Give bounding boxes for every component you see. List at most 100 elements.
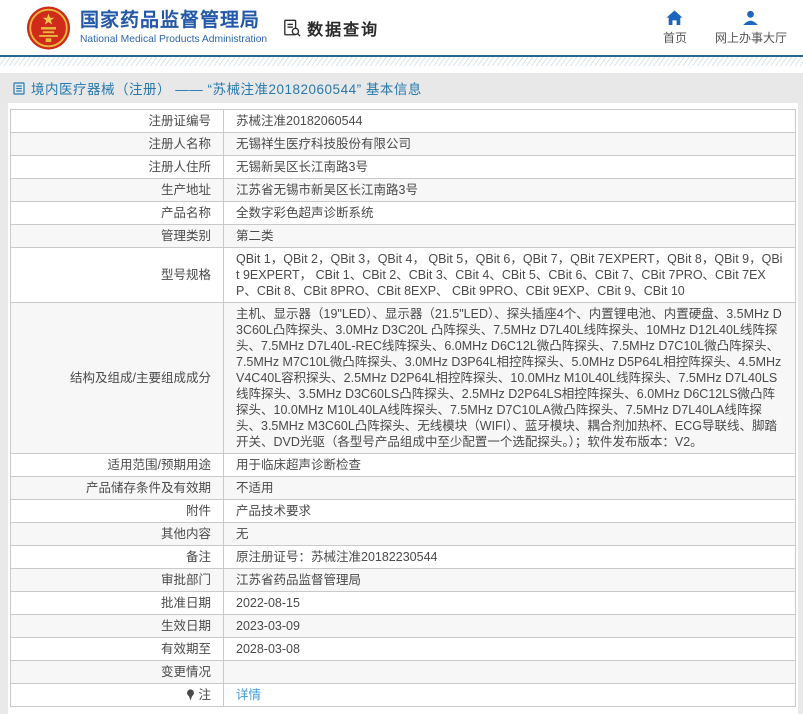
table-row: 产品名称 全数字彩色超声诊断系统: [10, 201, 796, 225]
nmpa-logo[interactable]: 国家药品监督管理局 National Medical Products Admi…: [26, 5, 267, 51]
table-row: 管理类别 第二类: [10, 224, 796, 248]
table-row: 型号规格 QBit 1，QBit 2，QBit 3，QBit 4， QBit 5，…: [10, 247, 796, 303]
table-row: 变更情况: [10, 660, 796, 684]
row-label: 审批部门: [10, 568, 224, 592]
row-label: 产品名称: [10, 201, 224, 225]
document-icon: [13, 81, 25, 95]
row-value: 江苏省药品监督管理局: [223, 568, 796, 592]
user-icon: [742, 10, 759, 26]
row-label-text: 管理类别: [160, 229, 211, 243]
gap-band: [0, 66, 803, 73]
nav-service-hall[interactable]: 网上办事大厅: [715, 10, 787, 46]
row-label: 结构及组成/主要组成成分: [10, 302, 224, 454]
row-label-text: 附件: [185, 504, 211, 518]
home-icon: [666, 10, 683, 26]
table-row: 附件 产品技术要求: [10, 499, 796, 523]
table-row: 结构及组成/主要组成成分 主机、显示器（19"LED）、显示器（21.5"LED）…: [10, 302, 796, 454]
pin-icon: [186, 687, 195, 703]
row-label: 适用范围/预期用途: [10, 453, 224, 477]
nav-home[interactable]: 首页: [663, 10, 687, 46]
table-row: 产品储存条件及有效期 不适用: [10, 476, 796, 500]
row-value: 第二类: [223, 224, 796, 248]
row-label-text: 注册人名称: [148, 137, 211, 151]
row-value: 不适用: [223, 476, 796, 500]
content-panel: 注册证编号 苏械注准20182060544 注册人名称 无锡祥生医疗科技股份有限公司注…: [8, 103, 798, 714]
row-label: 生效日期: [10, 614, 224, 638]
row-value: 2022-08-15: [223, 591, 796, 615]
table-row: 备注 原注册证号：苏械注准20182230544: [10, 545, 796, 569]
row-label: 变更情况: [10, 660, 224, 684]
row-label-text: 其他内容: [160, 527, 211, 541]
info-table-body: 注册证编号 苏械注准20182060544 注册人名称 无锡祥生医疗科技股份有限公司注…: [10, 109, 796, 707]
row-label-text: 变更情况: [160, 665, 211, 679]
row-value: [223, 660, 796, 684]
row-label: 附件: [10, 499, 224, 523]
nav-service-hall-label: 网上办事大厅: [714, 30, 787, 45]
top-nav: 首页 网上办事大厅: [663, 10, 787, 46]
registration-info-table: 注册证编号 苏械注准20182060544 注册人名称 无锡祥生医疗科技股份有限公司注…: [10, 109, 796, 707]
row-value: 产品技术要求: [223, 499, 796, 523]
table-row: 注册证编号 苏械注准20182060544: [10, 109, 796, 133]
row-label-text: 结构及组成/主要组成成分: [70, 371, 211, 385]
table-row: 注册人住所 无锡新吴区长江南路3号: [10, 155, 796, 179]
row-value: 江苏省无锡市新吴区长江南路3号: [223, 178, 796, 202]
row-label-text: 备注: [185, 550, 211, 564]
table-row: 注 详情: [10, 683, 796, 707]
site-header: 国家药品监督管理局 National Medical Products Admi…: [0, 0, 803, 57]
nav-home-label: 首页: [662, 30, 687, 45]
row-label: 管理类别: [10, 224, 224, 248]
table-row: 生产地址 江苏省无锡市新吴区长江南路3号: [10, 178, 796, 202]
table-row: 批准日期 2022-08-15: [10, 591, 796, 615]
table-row: 审批部门 江苏省药品监督管理局: [10, 568, 796, 592]
row-label: 产品储存条件及有效期: [10, 476, 224, 500]
org-name-en: National Medical Products Administration: [80, 33, 268, 45]
row-label-text: 审批部门: [160, 573, 211, 587]
title-bar: 境内医疗器械（注册） —— “苏械注准20182060544” 基本信息: [0, 73, 803, 103]
row-value: QBit 1，QBit 2，QBit 3，QBit 4， QBit 5，QBit…: [223, 247, 796, 303]
row-label-text: 注册人住所: [148, 160, 211, 174]
row-label-text: 注: [198, 688, 211, 702]
table-row: 注册人名称 无锡祥生医疗科技股份有限公司: [10, 132, 796, 156]
row-label-text: 产品储存条件及有效期: [85, 481, 211, 495]
row-value: 苏械注准20182060544: [223, 109, 796, 133]
row-value: 用于临床超声诊断检查: [223, 453, 796, 477]
table-row: 适用范围/预期用途 用于临床超声诊断检查: [10, 453, 796, 477]
nmpa-emblem-icon: [26, 5, 71, 51]
row-label-text: 生效日期: [160, 619, 211, 633]
row-value: 无锡新吴区长江南路3号: [223, 155, 796, 179]
row-label: 有效期至: [10, 637, 224, 661]
row-label: 生产地址: [10, 178, 224, 202]
org-name-zh: 国家药品监督管理局: [80, 10, 261, 32]
row-value: 2023-03-09: [223, 614, 796, 638]
row-label-text: 型号规格: [160, 268, 211, 282]
table-row: 其他内容无: [10, 522, 796, 546]
row-label: 注册证编号: [10, 109, 224, 133]
row-value: 原注册证号：苏械注准20182230544: [223, 545, 796, 569]
data-query-label: 数据查询: [307, 21, 380, 39]
row-label: 型号规格: [10, 247, 224, 303]
row-label: 其他内容: [10, 522, 224, 546]
hatch-band: [0, 57, 803, 66]
row-label: 批准日期: [10, 591, 224, 615]
row-value: 无: [223, 522, 796, 546]
row-label-text: 生产地址: [160, 183, 211, 197]
row-value: 2028-03-08: [223, 637, 796, 661]
org-name-block: 国家药品监督管理局 National Medical Products Admi…: [80, 10, 267, 45]
row-label: 注册人住所: [10, 155, 224, 179]
table-row: 生效日期 2023-03-09: [10, 614, 796, 638]
row-label-text: 适用范围/预期用途: [107, 458, 211, 472]
row-value: 全数字彩色超声诊断系统: [223, 201, 796, 225]
row-label-text: 产品名称: [160, 206, 211, 220]
page: 国家药品监督管理局 National Medical Products Admi…: [0, 0, 803, 714]
row-label: 备注: [10, 545, 224, 569]
detail-link[interactable]: 详情: [236, 688, 261, 702]
row-label: 注: [10, 683, 224, 707]
row-label-text: 注册证编号: [148, 114, 211, 128]
row-value: 无锡祥生医疗科技股份有限公司: [223, 132, 796, 156]
row-label-text: 批准日期: [160, 596, 211, 610]
row-value: 详情: [223, 683, 796, 707]
data-query-heading[interactable]: 数据查询: [283, 16, 379, 40]
row-label-text: 有效期至: [160, 642, 211, 656]
page-title: 境内医疗器械（注册） —— “苏械注准20182060544” 基本信息: [31, 82, 422, 97]
data-query-icon: [283, 19, 301, 37]
